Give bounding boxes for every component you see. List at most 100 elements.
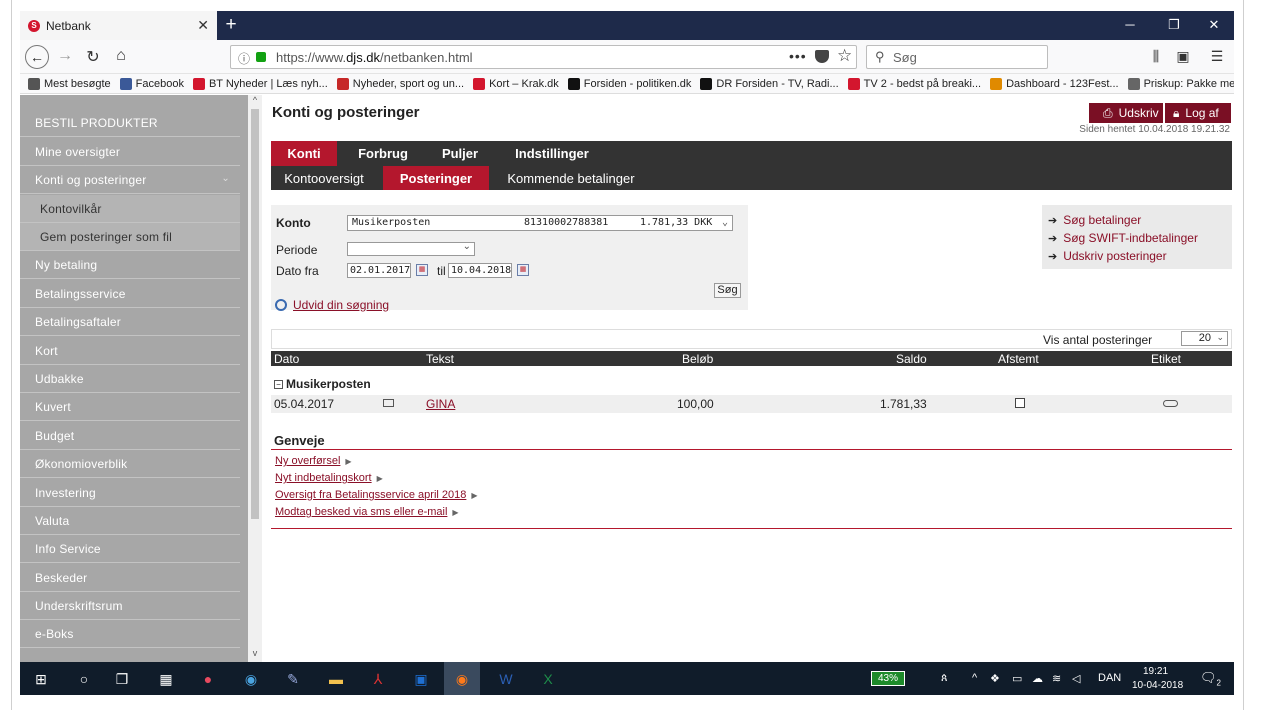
bookmark-item[interactable]: BT Nyheder | Læs nyh... xyxy=(192,77,328,90)
reload-icon[interactable]: ↻ xyxy=(82,47,104,67)
windows-start-icon[interactable]: ⊞ xyxy=(29,667,53,691)
sidebar-item-ny-betaling[interactable]: Ny betaling xyxy=(20,251,240,279)
sidebar-item-investering[interactable]: Investering xyxy=(20,479,240,507)
sidebar-item-konti-og-posteringer[interactable]: Konti og posteringer ⌄ xyxy=(20,166,240,194)
col-belob[interactable]: Beløb xyxy=(682,352,713,366)
volume-icon[interactable]: ◁ xyxy=(1072,672,1080,685)
dropbox-icon[interactable]: ❖ xyxy=(990,672,1000,685)
afstemt-checkbox[interactable] xyxy=(1015,398,1025,408)
close-window-icon[interactable]: ✕ xyxy=(1206,17,1222,33)
tab-kontooversigt[interactable]: Kontooversigt xyxy=(277,166,371,190)
scrollbar-thumb[interactable] xyxy=(251,109,259,519)
home-icon[interactable]: ⌂ xyxy=(110,47,132,65)
people-icon[interactable]: ጰ xyxy=(941,672,948,685)
sidebar-item-underskriftsrum[interactable]: Underskriftsrum xyxy=(20,592,240,620)
sidebar-item-økonomioverblik[interactable]: Økonomioverblik xyxy=(20,450,240,478)
expand-search-link[interactable]: Udvid din søgning xyxy=(275,298,389,312)
file-explorer-icon[interactable]: ▬ xyxy=(324,667,348,691)
more-icon[interactable]: ••• xyxy=(789,48,807,64)
date-from-input[interactable]: 02.01.2017 xyxy=(347,263,411,278)
print-button[interactable]: ⎙ Udskriv xyxy=(1089,103,1163,123)
row-text-link[interactable]: GINA xyxy=(426,397,455,411)
col-afstemt[interactable]: Afstemt xyxy=(998,352,1039,366)
sidebar-item-e-boks[interactable]: e-Boks xyxy=(20,620,240,648)
calculator-icon[interactable]: ▦ xyxy=(154,667,178,691)
scroll-down-icon[interactable]: v xyxy=(250,648,260,658)
word-icon[interactable]: W xyxy=(494,667,518,691)
paint-icon[interactable]: ✎ xyxy=(281,667,305,691)
sidebar-item-udbakke[interactable]: Udbakke xyxy=(20,365,240,393)
date-to-input[interactable]: 10.04.2018 xyxy=(448,263,512,278)
tab-puljer[interactable]: Puljer xyxy=(431,141,489,166)
quicklink-udskriv-posteringer[interactable]: ➔ Udskriv posteringer xyxy=(1048,249,1167,263)
sidebar-item-betalingsservice[interactable]: Betalingsservice xyxy=(20,280,240,308)
info-icon[interactable]: ⓘ xyxy=(238,50,250,67)
battery-icon[interactable]: ▭ xyxy=(1012,672,1022,685)
bookmark-item[interactable]: Nyheder, sport og un... xyxy=(336,77,464,90)
firefox-icon[interactable]: ◉ xyxy=(450,667,474,691)
browser-icon[interactable]: ◉ xyxy=(239,667,263,691)
bookmark-item[interactable]: Forsiden - politiken.dk xyxy=(567,77,691,90)
scroll-up-icon[interactable]: ^ xyxy=(250,95,260,105)
collapse-icon[interactable]: − xyxy=(274,379,283,389)
maps-icon[interactable]: ● xyxy=(196,667,220,691)
tab-forbrug[interactable]: Forbrug xyxy=(349,141,417,166)
tab-posteringer[interactable]: Posteringer xyxy=(383,166,489,190)
sidebar-item-mine-oversigter[interactable]: Mine oversigter xyxy=(20,138,240,166)
konto-select[interactable]: Musikerposten 81310002788381 1.781,33 DK… xyxy=(347,215,733,231)
shortcut-modtag-besked[interactable]: Modtag besked via sms eller e-mail ▶ xyxy=(275,506,459,518)
library-icon[interactable]: ⫼ xyxy=(1147,48,1165,65)
quicklink-sog-swift[interactable]: ➔ Søg SWIFT-indbetalinger xyxy=(1048,231,1198,245)
url-bar[interactable]: ⓘ https://www.djs.dk/netbanken.html ••• … xyxy=(230,45,857,69)
search-input[interactable]: ⚲ Søg xyxy=(866,45,1048,69)
sidebar-toggle-icon[interactable]: ▣ xyxy=(1174,48,1192,65)
show-count-select[interactable]: 20 ⌄ xyxy=(1181,331,1228,346)
search-button[interactable]: Søg xyxy=(714,283,741,298)
calendar-icon[interactable]: ▦ xyxy=(517,264,529,276)
bookmark-item[interactable]: TV 2 - bedst på breaki... xyxy=(847,77,981,90)
shortcut-ny-overforsel[interactable]: Ny overførsel ▶ xyxy=(275,455,352,467)
bookmark-item[interactable]: DR Forsiden - TV, Radi... xyxy=(700,77,839,90)
forward-icon[interactable]: → xyxy=(54,47,76,65)
sidebar-item-kontovilkår[interactable]: Kontovilkår xyxy=(20,195,240,223)
sidebar-item-budget[interactable]: Budget xyxy=(20,422,240,450)
tab-konti[interactable]: Konti xyxy=(271,141,337,166)
task-view-icon[interactable]: ❐ xyxy=(110,667,134,691)
bookmark-item[interactable]: Kort – Krak.dk xyxy=(473,77,559,90)
col-etiket[interactable]: Etiket xyxy=(1151,352,1181,366)
sidebar-item-kuvert[interactable]: Kuvert xyxy=(20,393,240,421)
logout-button[interactable]: 🔒︎ Log af xyxy=(1165,103,1231,123)
sidebar-item-betalingsaftaler[interactable]: Betalingsaftaler xyxy=(20,308,240,336)
table-row[interactable]: 05.04.2017 GINA 100,00 1.781,33 xyxy=(271,395,1232,413)
quicklink-sog-betalinger[interactable]: ➔ Søg betalinger xyxy=(1048,213,1141,227)
tag-icon[interactable] xyxy=(1163,400,1178,407)
tray-chevron-icon[interactable]: ^ xyxy=(972,672,977,684)
tab-kommende-betalinger[interactable]: Kommende betalinger xyxy=(499,166,643,190)
battery-indicator[interactable]: 43% xyxy=(871,671,905,686)
sidebar-item-info-service[interactable]: Info Service xyxy=(20,535,240,563)
close-tab-icon[interactable]: ✕ xyxy=(197,17,209,34)
col-dato[interactable]: Dato xyxy=(274,352,299,366)
excel-icon[interactable]: X xyxy=(536,667,560,691)
bookmark-star-icon[interactable]: ☆ xyxy=(837,46,852,66)
acrobat-icon[interactable]: ⅄ xyxy=(366,667,390,691)
cloud-icon[interactable]: ☁ xyxy=(1032,672,1043,685)
calendar-icon[interactable]: ▦ xyxy=(416,264,428,276)
minimize-icon[interactable]: ─ xyxy=(1122,17,1138,32)
sidebar-item-gem-posteringer-som-fil[interactable]: Gem posteringer som fil xyxy=(20,223,240,251)
notification-icon[interactable]: 🗨︎2 xyxy=(1200,670,1221,688)
col-saldo[interactable]: Saldo xyxy=(896,352,927,366)
pocket-icon[interactable] xyxy=(815,50,829,63)
bookmark-item[interactable]: Dashboard - 123Fest... xyxy=(990,77,1119,90)
bookmark-item[interactable]: Priskup: Pakke med Sv... xyxy=(1127,77,1234,90)
envelope-icon[interactable] xyxy=(383,399,394,407)
sidebar-scrollbar[interactable]: ^ v xyxy=(248,95,262,662)
menu-icon[interactable]: ☰ xyxy=(1208,48,1226,65)
new-tab-icon[interactable]: + xyxy=(221,14,241,36)
bookmark-item[interactable]: Mest besøgte xyxy=(28,77,111,90)
shortcut-nyt-indbetalingskort[interactable]: Nyt indbetalingskort ▶ xyxy=(275,472,383,484)
restore-icon[interactable]: ❐ xyxy=(1166,17,1182,33)
bookmark-item[interactable]: Facebook xyxy=(119,77,184,90)
col-tekst[interactable]: Tekst xyxy=(426,352,454,366)
clock-time[interactable]: 19:21 xyxy=(1143,666,1168,677)
